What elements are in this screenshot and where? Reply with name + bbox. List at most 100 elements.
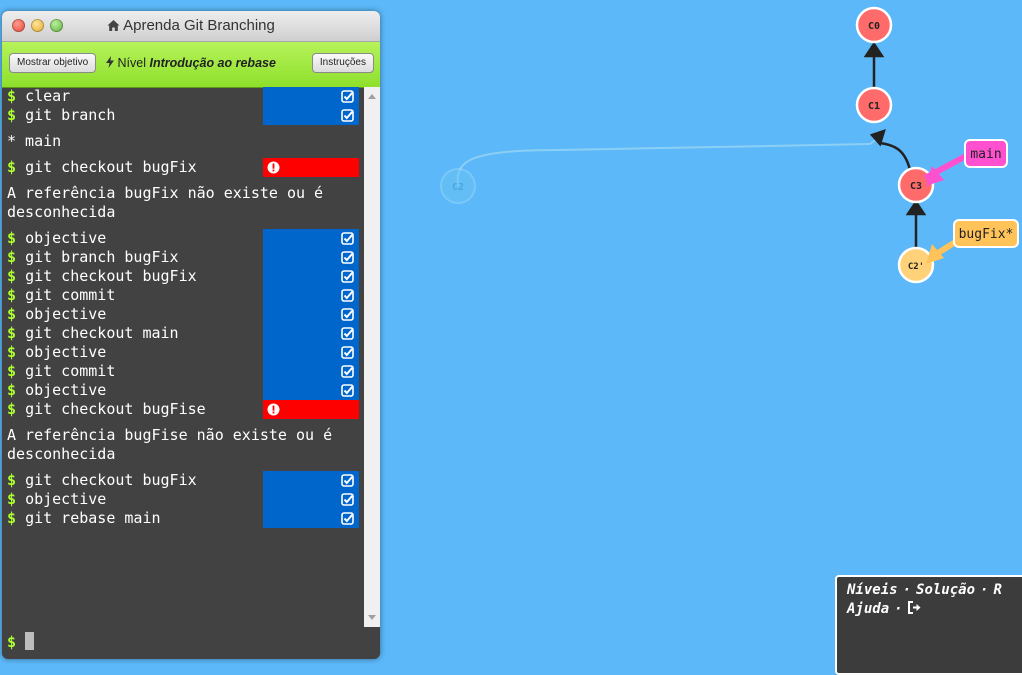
command-text: git rebase main <box>25 509 161 527</box>
command-text: git checkout bugFix <box>25 158 197 176</box>
level-name: Introdução ao rebase <box>149 56 276 70</box>
prompt-symbol: $ <box>7 362 17 380</box>
prompt-symbol: $ <box>7 381 17 399</box>
status-success <box>263 381 359 400</box>
status-success <box>263 87 359 106</box>
commit-c1-label: C1 <box>868 101 880 112</box>
window-title-text: Aprenda Git Branching <box>123 17 275 34</box>
separator: · <box>894 601 903 617</box>
orphan-link <box>456 143 871 187</box>
command-text: git branch bugFix <box>25 248 179 266</box>
log-command: $ git commit <box>2 286 363 305</box>
text-cursor <box>25 632 35 650</box>
prompt-symbol: $ <box>7 400 17 418</box>
branch-bugfix[interactable]: bugFix* <box>926 219 1019 264</box>
prompt-symbol: $ <box>7 158 17 176</box>
log-command: $ git checkout bugFise <box>2 400 363 419</box>
log-command: $ git checkout bugFix <box>2 158 363 177</box>
command-log: $ clear $ git branch * main $ git checkout … <box>2 87 363 627</box>
log-command: $ objective <box>2 343 363 362</box>
commit-c2-prime[interactable]: C2' <box>897 246 935 284</box>
command-text: git branch <box>25 106 116 124</box>
branch-main-label: main <box>970 147 1001 162</box>
prompt-symbol: $ <box>7 286 17 304</box>
command-text: objective <box>25 305 107 323</box>
instructions-button[interactable]: Instruções <box>311 53 374 73</box>
status-success <box>263 248 359 267</box>
scroll-down-arrow-icon[interactable] <box>368 615 376 620</box>
level-prefix: Nível <box>117 56 147 70</box>
status-success <box>263 471 359 490</box>
command-text: git checkout bugFix <box>25 267 197 285</box>
prompt-symbol: $ <box>7 87 17 105</box>
status-success <box>263 490 359 509</box>
prompt-symbol: $ <box>7 509 17 527</box>
command-text: git commit <box>25 286 116 304</box>
prompt-symbol: $ <box>7 633 17 651</box>
scroll-up-arrow-icon[interactable] <box>368 94 376 99</box>
prompt-symbol: $ <box>7 229 17 247</box>
log-command: $ objective <box>2 381 363 400</box>
solution-link[interactable]: Solução <box>916 582 975 598</box>
status-error <box>263 400 359 419</box>
prompt-symbol: $ <box>7 248 17 266</box>
log-output: * main <box>7 132 62 150</box>
commit-c2-label: C2 <box>452 182 464 193</box>
window-title: Aprenda Git Branching <box>2 17 380 34</box>
prompt-symbol: $ <box>7 490 17 508</box>
status-success <box>263 229 359 248</box>
exclamation-circle-icon <box>267 402 280 421</box>
check-square-icon <box>341 108 354 127</box>
help-link[interactable]: Ajuda <box>847 601 889 617</box>
log-command: $ git checkout main <box>2 324 363 343</box>
branch-bugfix-label: bugFix* <box>959 227 1014 242</box>
status-success <box>263 362 359 381</box>
commit-c2-orphan: C2 <box>440 168 476 204</box>
exit-icon[interactable] <box>907 601 922 614</box>
command-text: git checkout bugFise <box>25 400 206 418</box>
command-input[interactable]: $ <box>7 631 35 653</box>
status-success <box>263 106 359 125</box>
commit-c0-label: C0 <box>868 21 880 32</box>
command-text: objective <box>25 381 107 399</box>
log-command: $ git branch <box>2 106 363 125</box>
log-command: $ git branch bugFix <box>2 248 363 267</box>
prompt-symbol: $ <box>7 471 17 489</box>
log-command: $ objective <box>2 305 363 324</box>
command-text: clear <box>25 87 71 105</box>
log-output: A referência bugFise não existe ou é des… <box>7 426 333 463</box>
bolt-icon <box>106 56 115 68</box>
title-bar: Aprenda Git Branching <box>2 11 380 42</box>
status-success <box>263 324 359 343</box>
prompt-symbol: $ <box>7 305 17 323</box>
status-error <box>263 158 359 177</box>
exclamation-circle-icon <box>267 160 280 179</box>
commit-c0[interactable]: C0 <box>855 6 893 44</box>
commit-c2-prime-label: C2' <box>908 262 924 272</box>
command-text: objective <box>25 229 107 247</box>
prompt-symbol: $ <box>7 106 17 124</box>
status-success <box>263 343 359 362</box>
levels-link[interactable]: Níveis <box>847 582 898 598</box>
help-panel: Níveis · Solução · R Ajuda · <box>835 575 1022 675</box>
home-icon <box>107 20 120 31</box>
reset-link[interactable]: R <box>993 582 1001 598</box>
prompt-symbol: $ <box>7 324 17 342</box>
log-command: $ objective <box>2 229 363 248</box>
command-text: objective <box>25 343 107 361</box>
prompt-symbol: $ <box>7 343 17 361</box>
status-success <box>263 509 359 528</box>
commit-c1[interactable]: C1 <box>855 86 893 124</box>
log-command: $ git commit <box>2 362 363 381</box>
branch-main[interactable]: main <box>923 139 1008 186</box>
separator: · <box>980 582 989 598</box>
log-command: $ git rebase main <box>2 509 363 528</box>
log-scrollbar[interactable] <box>364 87 380 627</box>
command-text: git checkout bugFix <box>25 471 197 489</box>
command-text: git commit <box>25 362 116 380</box>
log-command: $ git checkout bugFix <box>2 267 363 286</box>
prompt-symbol: $ <box>7 267 17 285</box>
command-text: git checkout main <box>25 324 179 342</box>
log-command: $ clear <box>2 87 363 106</box>
status-success <box>263 305 359 324</box>
